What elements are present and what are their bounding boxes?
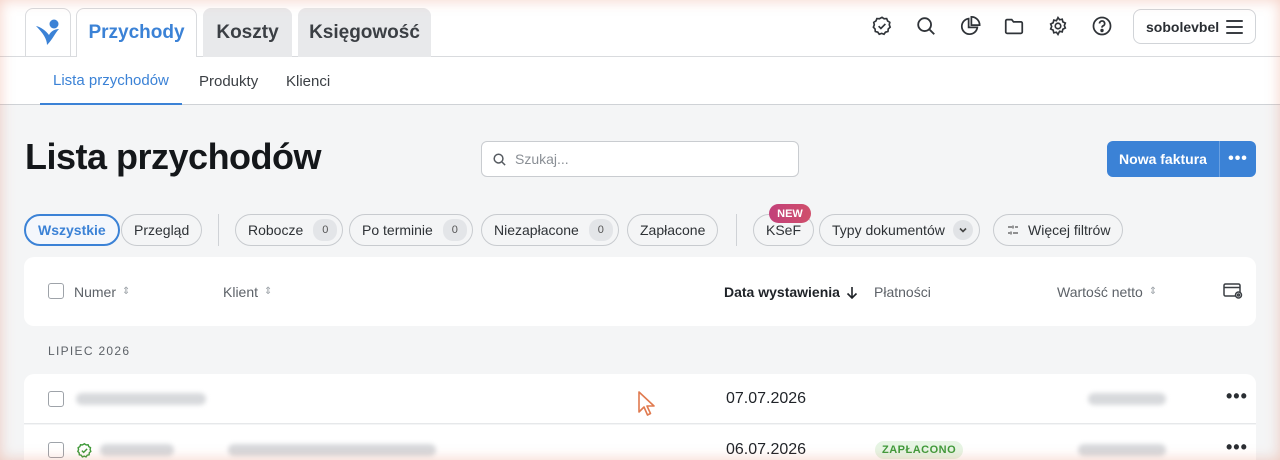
user-menu-button[interactable]: sobolevbel [1133, 9, 1256, 44]
redacted-net-value [1078, 444, 1166, 456]
filter-more-filters-label: Więcej filtrów [1028, 222, 1111, 238]
check-circle-icon [77, 442, 92, 458]
redacted-number [100, 444, 174, 456]
table-row[interactable]: 06.07.2026 ZAPŁACONO ••• [24, 425, 1256, 460]
sort-icon: ⇕ [122, 286, 131, 297]
page-title: Lista przychodów [25, 136, 322, 177]
row-checkbox[interactable] [48, 442, 64, 458]
row-more-button[interactable]: ••• [1226, 386, 1248, 407]
subtab-lista-przychodow[interactable]: Lista przychodów [40, 57, 182, 105]
column-client[interactable]: Klient ⇕ [223, 284, 272, 300]
sort-icon: ⇕ [264, 286, 273, 297]
tab-koszty[interactable]: Koszty [203, 8, 292, 57]
column-net-value-label: Wartość netto [1057, 284, 1143, 300]
tab-przychody[interactable]: Przychody [76, 8, 197, 58]
hamburger-icon [1226, 20, 1243, 38]
filter-document-types-label: Typy dokumentów [832, 222, 945, 238]
sliders-icon [1008, 225, 1018, 235]
filter-all-label: Wszystkie [38, 222, 106, 238]
filter-unpaid[interactable]: Niezapłacone 0 [481, 214, 619, 246]
filter-drafts-label: Robocze [248, 222, 304, 238]
filter-divider [736, 214, 737, 246]
filter-overview[interactable]: Przegląd [121, 214, 203, 246]
column-issue-date-label: Data wystawienia [724, 284, 840, 300]
pie-chart-icon[interactable] [957, 12, 983, 40]
filter-overdue-label: Po terminie [362, 222, 433, 238]
new-invoice-split-button: Nowa faktura ••• [1107, 141, 1256, 177]
tab-ksiegowosc[interactable]: Księgowość [298, 8, 431, 57]
column-payments[interactable]: Płatności [874, 284, 931, 300]
arrow-down-icon [846, 286, 858, 299]
badge-check-icon[interactable] [869, 12, 895, 40]
new-invoice-button[interactable]: Nowa faktura [1107, 141, 1219, 177]
help-icon[interactable] [1089, 12, 1115, 40]
column-number[interactable]: Numer ⇕ [74, 284, 130, 300]
table-header: Numer ⇕ Klient ⇕ Data wystawienia Płatno… [24, 257, 1256, 326]
status-badge: ZAPŁACONO [875, 441, 964, 459]
filter-more-filters[interactable]: Więcej filtrów [993, 214, 1124, 246]
filter-unpaid-count: 0 [588, 219, 613, 241]
filter-all[interactable]: Wszystkie [24, 214, 120, 246]
redacted-net-value [1088, 393, 1166, 405]
chevron-down-icon [952, 220, 973, 240]
gear-icon[interactable] [1045, 12, 1071, 40]
filter-paid-label: Zapłacone [640, 222, 706, 238]
sort-icon: ⇕ [1148, 286, 1158, 297]
bird-logo-icon [36, 19, 59, 45]
search-icon[interactable] [913, 12, 939, 40]
row-checkbox[interactable] [48, 391, 64, 407]
subtab-produkty[interactable]: Produkty [199, 57, 258, 105]
top-app-bar: Przychody Koszty Księgowość sobolevbel [0, 0, 1280, 58]
filter-paid[interactable]: Zapłacone [627, 214, 719, 246]
row-issue-date: 07.07.2026 [726, 390, 807, 407]
username: sobolevbel [1146, 18, 1220, 35]
row-more-button[interactable]: ••• [1226, 437, 1248, 458]
column-number-label: Numer [74, 284, 117, 300]
search-box[interactable] [481, 141, 799, 177]
search-icon [493, 152, 506, 166]
filter-ksef-label: KSeF [766, 222, 802, 238]
filter-drafts[interactable]: Robocze 0 [235, 214, 344, 246]
column-settings-icon[interactable] [1223, 282, 1244, 305]
folder-icon[interactable] [1001, 12, 1027, 40]
redacted-client [228, 444, 436, 456]
app-logo[interactable] [25, 8, 71, 56]
group-label: LIPIEC 2026 [48, 344, 131, 358]
select-all-checkbox[interactable] [48, 283, 64, 299]
redacted-number [76, 393, 206, 405]
filter-overdue[interactable]: Po terminie 0 [349, 214, 473, 246]
column-payments-label: Płatności [874, 284, 931, 300]
filter-unpaid-label: Niezapłacone [494, 222, 579, 238]
mouse-cursor-icon [638, 391, 655, 416]
column-net-value[interactable]: Wartość netto ⇕ [1057, 284, 1157, 300]
sub-navigation: Lista przychodów Produkty Klienci [0, 57, 1280, 105]
column-client-label: Klient [223, 284, 259, 300]
filter-overdue-count: 0 [442, 219, 467, 241]
search-input[interactable] [515, 151, 785, 167]
filter-divider [218, 214, 219, 246]
subtab-klienci[interactable]: Klienci [286, 57, 330, 105]
row-issue-date: 06.07.2026 [726, 441, 807, 458]
new-invoice-more-button[interactable]: ••• [1219, 141, 1256, 177]
filter-document-types[interactable]: Typy dokumentów [819, 214, 980, 246]
filter-drafts-count: 0 [313, 219, 338, 241]
ksef-new-badge: NEW [769, 204, 811, 223]
column-issue-date[interactable]: Data wystawienia [724, 284, 858, 300]
filter-overview-label: Przegląd [134, 222, 190, 238]
